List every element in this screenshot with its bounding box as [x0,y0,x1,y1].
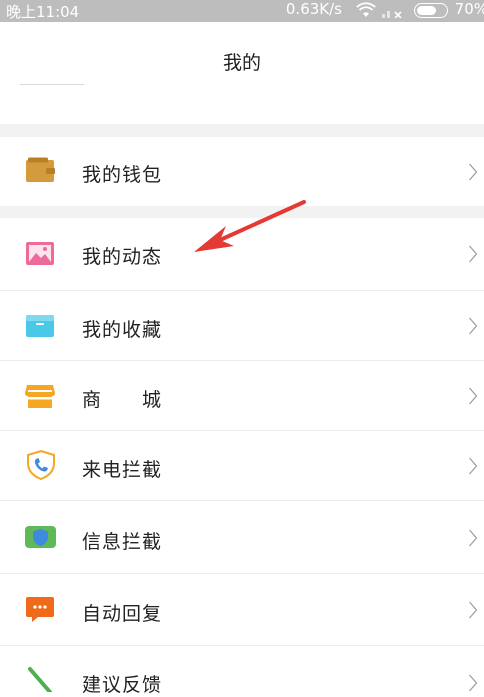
chevron-right-icon [469,163,478,181]
wifi-icon [356,2,376,17]
chevron-right-icon [469,674,478,692]
chevron-right-icon [469,387,478,405]
store-icon [25,385,55,408]
shield-phone-icon [27,450,55,480]
chevron-right-icon [469,317,478,335]
tab-underline [20,84,84,85]
page-title: 我的 [222,52,261,74]
chevron-right-icon [469,245,478,263]
menu-label-feedback: 建议反馈 [82,674,163,696]
menu-item-msg-block[interactable]: 信息拦截 [0,501,484,574]
battery-icon [414,3,448,18]
status-time: 晚上11:04 [6,3,80,21]
menu-label-mall: 商 城 [82,389,163,411]
chevron-right-icon [469,529,478,547]
picture-icon [26,242,54,265]
pencil-icon [28,667,52,692]
menu-item-moments[interactable]: 我的动态 [0,218,484,291]
battery-level-fill [417,6,436,15]
menu-item-auto-reply[interactable]: 自动回复 [0,574,484,646]
menu-item-mall[interactable]: 商 城 [0,361,484,431]
menu-item-favorites[interactable]: 我的收藏 [0,291,484,361]
title-bar: 我的 [0,22,484,124]
folder-icon [26,315,54,337]
menu-label-auto-reply: 自动回复 [82,603,163,625]
menu-label-moments: 我的动态 [82,246,163,268]
network-speed: 0.63K/s [285,0,342,18]
battery-percent: 70% [454,0,484,18]
menu-item-feedback[interactable]: 建议反馈 [0,646,484,696]
menu-item-call-block[interactable]: 来电拦截 [0,431,484,501]
chevron-right-icon [469,457,478,475]
menu-label-favorites: 我的收藏 [82,319,163,341]
menu-label-msg-block: 信息拦截 [82,531,163,553]
menu-label-call-block: 来电拦截 [82,459,163,481]
no-signal-icon [382,11,402,18]
wallet-icon [26,157,55,182]
menu-item-wallet[interactable]: 我的钱包 [0,137,484,206]
shield-message-icon [25,526,56,548]
menu-label-wallet: 我的钱包 [82,164,163,186]
section-gap [0,124,484,137]
section-gap [0,206,484,218]
chevron-right-icon [469,601,478,619]
status-bar: 晚上11:04 0.63K/s 70% [0,0,484,22]
chat-bubble-icon [26,597,54,622]
